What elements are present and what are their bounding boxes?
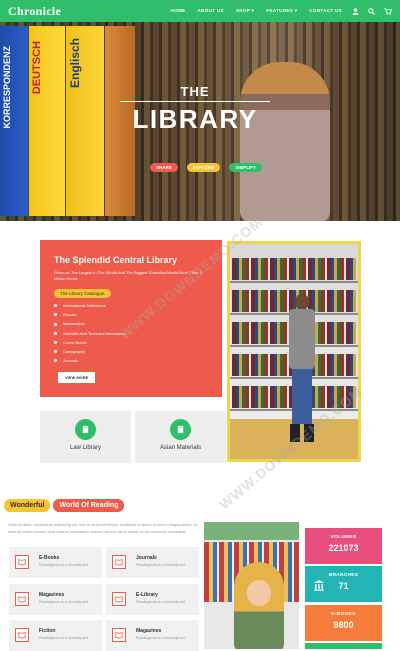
bullet-icon [54,304,57,308]
nav-icons [352,7,392,15]
list-item[interactable]: Cartography [54,347,208,356]
resource-journals[interactable]: Journals Readingbook is a donothly text [106,547,199,578]
resource-magazines[interactable]: Magazines Readingbook is a donothly text [9,584,102,615]
book-icon [75,419,96,440]
view-more-button[interactable]: VIEW MORE [58,372,96,383]
book-spine-1: KORRESPONDENZ [0,26,28,216]
hero-title-small: THE [180,84,210,99]
list-item[interactable]: Journals [54,356,208,365]
catalogue-badge[interactable]: The Library Catalogue [54,289,111,298]
student-figure [287,294,317,454]
stat-branches: BRANCHES 71 [305,566,382,602]
nav-shop[interactable]: SHOP ▾ [236,8,254,14]
bullet-icon [54,331,57,335]
book-icon [15,628,29,642]
book-icon [112,592,126,606]
stat-value: 9800 [333,620,354,630]
list-item[interactable]: Manuscripts [54,319,208,328]
hero-title-large: LIBRARY [132,104,258,134]
stat-ebooks: E-BOOKS 9800 [305,605,382,641]
resource-fiction[interactable]: Fiction Readingbook is a donothly text [9,620,102,651]
hero-divider [120,101,270,102]
hero-banner: KORRESPONDENZ DEUTSCH Englisch THE LIBRA… [0,22,400,221]
book-icon [112,628,126,642]
reader-photo [204,522,299,649]
nav-features[interactable]: FEATURES ▾ [266,8,297,14]
user-icon[interactable] [352,7,359,15]
bullet-icon [54,359,57,363]
section-description: Dolor sit amet, consectetur adipiscing e… [8,523,198,534]
feature-label: Law Library [69,445,101,451]
tab-world-of-reading[interactable]: World Of Reading [53,499,125,512]
nav-contact[interactable]: CONTACT US [309,8,342,14]
intro-title: The Splendid Central Library [54,255,178,265]
explore-button[interactable]: EXPLORE [186,163,221,172]
site-logo[interactable]: Chronicle [8,4,61,19]
stat-label: VOLUMES [330,535,357,540]
main-menu: HOME ABOUT US SHOP ▾ FEATURES ▾ CONTACT … [171,8,342,14]
book-icon [112,555,126,569]
book-icon [170,419,191,440]
hero-title: THE LIBRARY [120,84,270,135]
list-item[interactable]: International Collections [54,301,208,310]
library-photo [227,241,361,462]
book-spine-3: Englisch [66,26,104,216]
book-icon [15,592,29,606]
bullet-icon [54,350,57,354]
share-button[interactable]: SHARE [150,163,178,172]
resource-magazines-2[interactable]: Magazines Readingbook is a donothly text [106,620,199,651]
book-spine-2: DEUTSCH [29,26,65,216]
bullet-icon [54,322,57,326]
list-item[interactable]: Comic Books [54,338,208,347]
resource-ebooks[interactable]: E-Books Readingbook is a donothly text [9,547,102,578]
stat-volumes: VOLUMES 221073 [305,528,382,564]
feature-asian-materials[interactable]: Asian Materials [135,411,226,463]
simplify-button[interactable]: SIMPLIFY [229,163,263,172]
book-icon [15,555,29,569]
section-tabs: Wonderful World Of Reading [4,499,125,512]
intro-description: Given as The Largest In The Whole And Th… [54,270,202,281]
stat-label: E-BOOKS [331,612,356,617]
top-navbar: Chronicle HOME ABOUT US SHOP ▾ FEATURES … [0,0,400,22]
stat-extra [305,643,382,649]
resource-elibrary[interactable]: E-Library Readingbook is a donothly text [106,584,199,615]
list-item[interactable]: Scientific And Technical Information [54,329,208,338]
bank-icon [313,578,325,596]
feature-label: Asian Materials [159,445,201,451]
bullet-icon [54,313,57,317]
feature-law-library[interactable]: Law Library [40,411,131,463]
bullet-icon [54,340,57,344]
tab-wonderful[interactable]: Wonderful [4,499,51,512]
hero-buttons: SHARE EXPLORE SIMPLIFY [150,163,263,172]
search-icon[interactable] [368,7,375,15]
nav-home[interactable]: HOME [171,8,186,14]
category-list: International Collections Ebooks Manuscr… [54,301,208,365]
list-item[interactable]: Ebooks [54,310,208,319]
stat-value: 221073 [328,543,359,553]
cart-icon[interactable] [384,7,392,15]
nav-about[interactable]: ABOUT US [198,8,224,14]
